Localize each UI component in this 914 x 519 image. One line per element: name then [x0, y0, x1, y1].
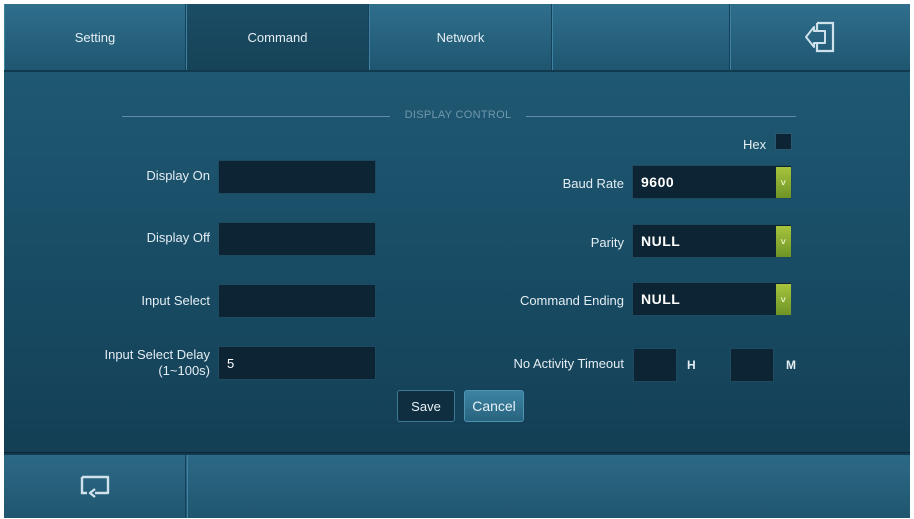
display-off-input[interactable] — [227, 223, 375, 255]
exit-button[interactable] — [730, 4, 910, 70]
tab-command[interactable]: Command — [186, 4, 369, 70]
parity-value: NULL — [641, 233, 681, 249]
return-button[interactable] — [4, 455, 186, 518]
save-button[interactable]: Save — [397, 390, 455, 422]
chevron-down-icon[interactable]: ˅ — [776, 226, 791, 257]
top-tab-bar: Setting Command Network — [4, 4, 910, 72]
chevron-down-icon[interactable]: ˅ — [776, 167, 791, 198]
chevron-down-icon[interactable]: ˅ — [776, 284, 791, 315]
input-select-label: Input Select — [141, 293, 210, 308]
input-select-delay-field[interactable] — [218, 346, 376, 380]
bottom-bar-empty — [187, 455, 910, 518]
parity-select[interactable]: NULL ˅ — [632, 224, 792, 258]
section-divider-right — [526, 116, 796, 117]
input-select-delay-label-line2: (1~100s) — [158, 363, 210, 378]
hex-label: Hex — [743, 137, 767, 152]
hex-checkbox[interactable] — [775, 133, 792, 150]
exit-door-icon — [804, 21, 834, 53]
display-on-label: Display On — [146, 168, 210, 183]
input-select-input[interactable] — [227, 285, 375, 317]
baud-rate-label: Baud Rate — [562, 176, 624, 191]
timeout-minutes-field[interactable] — [730, 348, 774, 382]
section-divider-left — [122, 116, 390, 117]
timeout-minutes-unit: M — [786, 358, 796, 372]
baud-rate-select[interactable]: 9600 ˅ — [632, 165, 792, 199]
command-ending-label: Command Ending — [519, 293, 624, 308]
command-ending-select[interactable]: NULL ˅ — [632, 282, 792, 316]
tab-setting[interactable]: Setting — [4, 4, 186, 70]
bottom-bar — [4, 453, 910, 518]
input-select-delay-label-line1: Input Select Delay — [104, 347, 210, 362]
tab-empty — [552, 4, 730, 70]
display-on-field[interactable] — [218, 160, 376, 194]
tab-network[interactable]: Network — [369, 4, 552, 70]
timeout-hours-field[interactable] — [633, 348, 677, 382]
display-on-input[interactable] — [227, 161, 375, 193]
parity-label: Parity — [590, 235, 624, 250]
input-select-delay-label: Input Select Delay (1~100s) — [64, 347, 210, 379]
section-title: DISPLAY CONTROL — [404, 109, 512, 121]
input-select-field[interactable] — [218, 284, 376, 318]
input-select-delay-input[interactable] — [227, 347, 375, 379]
app-frame: Setting Command Network DISPLAY CONTROL … — [4, 4, 910, 518]
return-icon — [80, 475, 109, 498]
cancel-button[interactable]: Cancel — [464, 390, 524, 422]
display-control-panel: DISPLAY CONTROL Hex Display On Display O… — [4, 72, 910, 452]
display-off-field[interactable] — [218, 222, 376, 256]
timeout-hours-unit: H — [687, 358, 696, 372]
display-off-label: Display Off — [146, 230, 210, 245]
command-ending-value: NULL — [641, 291, 681, 307]
baud-rate-value: 9600 — [641, 174, 675, 190]
no-activity-timeout-label: No Activity Timeout — [513, 356, 624, 371]
